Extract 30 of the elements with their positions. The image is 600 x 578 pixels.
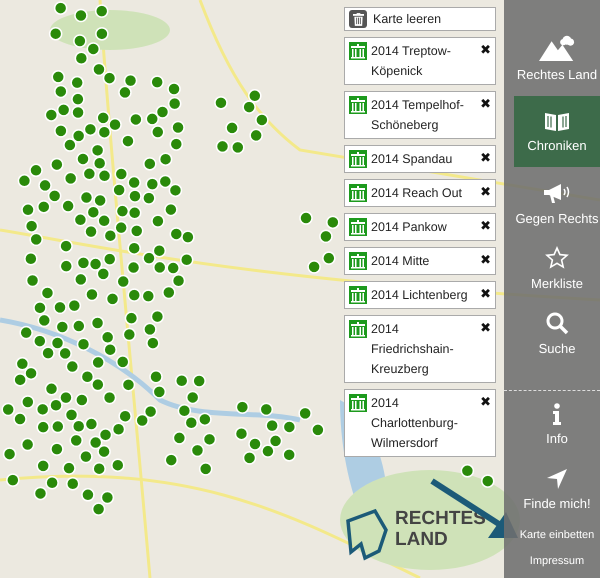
remove-layer-button[interactable]: ✖ — [480, 41, 491, 61]
remove-layer-button[interactable]: ✖ — [480, 319, 491, 339]
logo-text: RECHTES — [395, 508, 486, 529]
layer-label: 2014 Reach Out — [371, 185, 464, 202]
sidebar-item[interactable]: Finde mich! — [514, 462, 600, 517]
layer-label: 2014 Spandau — [371, 151, 454, 168]
remove-layer-button[interactable]: ✖ — [480, 183, 491, 203]
remove-layer-button[interactable]: ✖ — [480, 95, 491, 115]
remove-layer-button[interactable]: ✖ — [480, 217, 491, 237]
sidebar-item[interactable]: Merkliste — [514, 240, 600, 297]
remove-layer-button[interactable]: ✖ — [480, 393, 491, 413]
layer-label: 2014 Tempelhof-Schöneberg — [371, 97, 465, 134]
remove-layer-button[interactable]: ✖ — [480, 251, 491, 271]
layer-label: 2014 Friedrichshain-Kreuzberg — [371, 321, 455, 378]
clear-map-button[interactable]: Karte leeren — [344, 7, 496, 31]
sidebar-item[interactable]: Suche — [514, 305, 600, 362]
remove-layer-button[interactable]: ✖ — [480, 149, 491, 169]
sidebar-item[interactable]: Info — [514, 397, 600, 452]
layer-label: 2014 Pankow — [371, 219, 448, 236]
sidebar-item[interactable]: Rechtes Land — [514, 28, 600, 88]
layer-label: 2014 Mitte — [371, 253, 430, 270]
layer-label: 2014 Treptow-Köpenick — [371, 43, 452, 80]
layer-label: 2014 Charlottenburg-Wilmersdorf — [371, 395, 459, 452]
layer-label: 2014 Lichtenberg — [371, 287, 469, 304]
sidebar-item[interactable]: Chroniken — [514, 96, 600, 167]
sidebar-item[interactable]: Impressum — [514, 553, 600, 569]
logo-text: LAND — [395, 529, 449, 550]
remove-layer-button[interactable]: ✖ — [480, 285, 491, 305]
sidebar-item[interactable]: Karte einbetten — [514, 527, 600, 543]
sidebar-item[interactable]: Gegen Rechts — [514, 175, 600, 232]
